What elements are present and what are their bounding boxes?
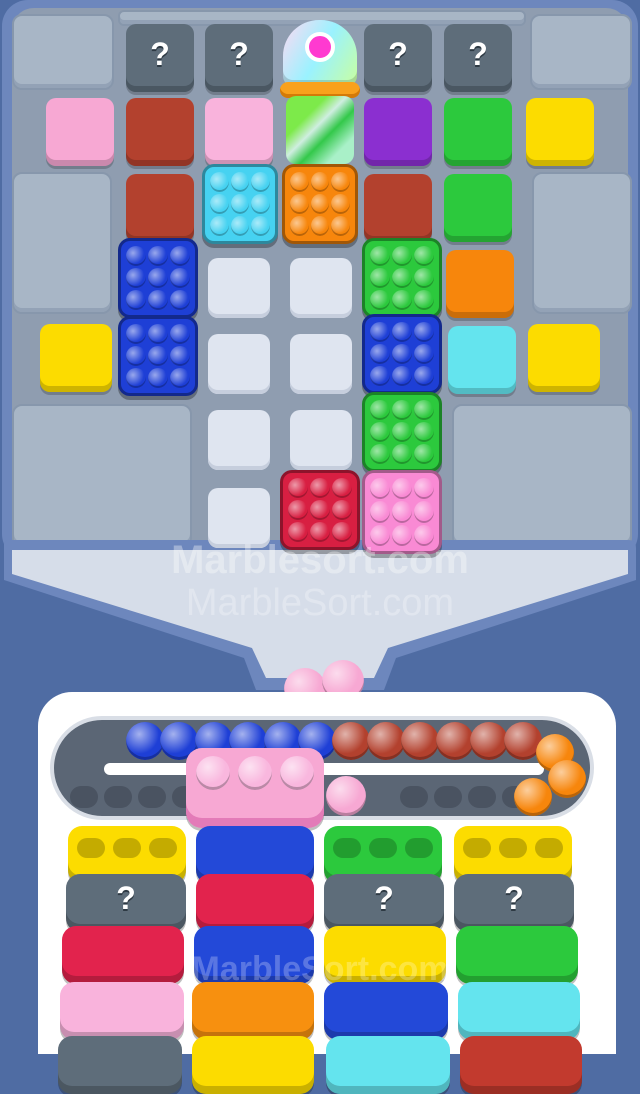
board-wall	[532, 172, 632, 314]
mystery-block[interactable]: ?	[66, 874, 186, 932]
watermark-text: Marblesort.com	[171, 538, 469, 582]
blue-marble-box[interactable]	[118, 316, 198, 396]
holder-marble	[280, 756, 314, 790]
spawner-eye-icon	[305, 32, 335, 62]
pink-tile[interactable]	[46, 98, 114, 166]
empty-cell	[208, 258, 270, 318]
aqua-block[interactable]	[326, 1036, 450, 1094]
board-wall	[12, 404, 192, 548]
brown-tile[interactable]	[126, 174, 194, 242]
mystery-block[interactable]: ?	[324, 874, 444, 932]
board-wall	[530, 14, 632, 90]
purple-tile[interactable]	[364, 98, 432, 166]
red-block[interactable]	[196, 874, 314, 932]
blue-marble-box[interactable]	[362, 314, 442, 394]
blue-marble-box[interactable]	[118, 238, 198, 318]
light-pink-block[interactable]	[60, 982, 184, 1040]
marble-holder[interactable]	[186, 748, 324, 828]
aqua-tile[interactable]	[448, 326, 516, 394]
empty-cell	[208, 410, 270, 470]
empty-cell	[290, 334, 352, 394]
loose-marble	[326, 776, 366, 816]
board-wall	[452, 404, 632, 548]
blue-block[interactable]	[324, 982, 448, 1040]
board-wall	[12, 14, 114, 90]
brown-tile[interactable]	[126, 98, 194, 166]
mystery-tile[interactable]: ?	[444, 24, 512, 92]
spawner-tube	[286, 96, 354, 164]
green-marble-box[interactable]	[362, 238, 442, 318]
green-tile[interactable]	[444, 98, 512, 166]
light-pink-tile[interactable]	[205, 98, 273, 166]
orange-tile[interactable]	[446, 250, 514, 318]
conveyor-rail	[104, 763, 544, 775]
mystery-tile[interactable]: ?	[205, 24, 273, 92]
mystery-block[interactable]: ?	[454, 874, 574, 932]
spawner-head	[283, 20, 357, 86]
watermark-text-bottom: MarbleSort.com	[191, 950, 449, 988]
mystery-block[interactable]	[58, 1036, 182, 1094]
green-marble-box[interactable]	[362, 392, 442, 472]
mystery-tile[interactable]: ?	[364, 24, 432, 92]
empty-cell	[290, 410, 352, 470]
yellow-tile[interactable]	[528, 324, 600, 392]
watermark-text-secondary: MarbleSort.com	[185, 582, 455, 624]
yellow-block[interactable]	[192, 1036, 314, 1094]
orange-block[interactable]	[192, 982, 314, 1040]
yellow-tile[interactable]	[526, 98, 594, 166]
green-tile[interactable]	[444, 174, 512, 242]
orange-marble-box[interactable]	[282, 164, 358, 244]
aqua-block[interactable]	[458, 982, 580, 1040]
brown-tile[interactable]	[364, 174, 432, 242]
mystery-tile[interactable]: ?	[126, 24, 194, 92]
empty-cell	[208, 334, 270, 394]
empty-cell	[290, 258, 352, 318]
marble-spawner[interactable]	[280, 20, 360, 170]
cyan-marble-box[interactable]	[202, 164, 278, 244]
yellow-tile[interactable]	[40, 324, 112, 392]
holder-marble	[196, 756, 230, 790]
holder-marble	[238, 756, 272, 790]
board-wall	[12, 172, 112, 314]
brown-block[interactable]	[460, 1036, 582, 1094]
